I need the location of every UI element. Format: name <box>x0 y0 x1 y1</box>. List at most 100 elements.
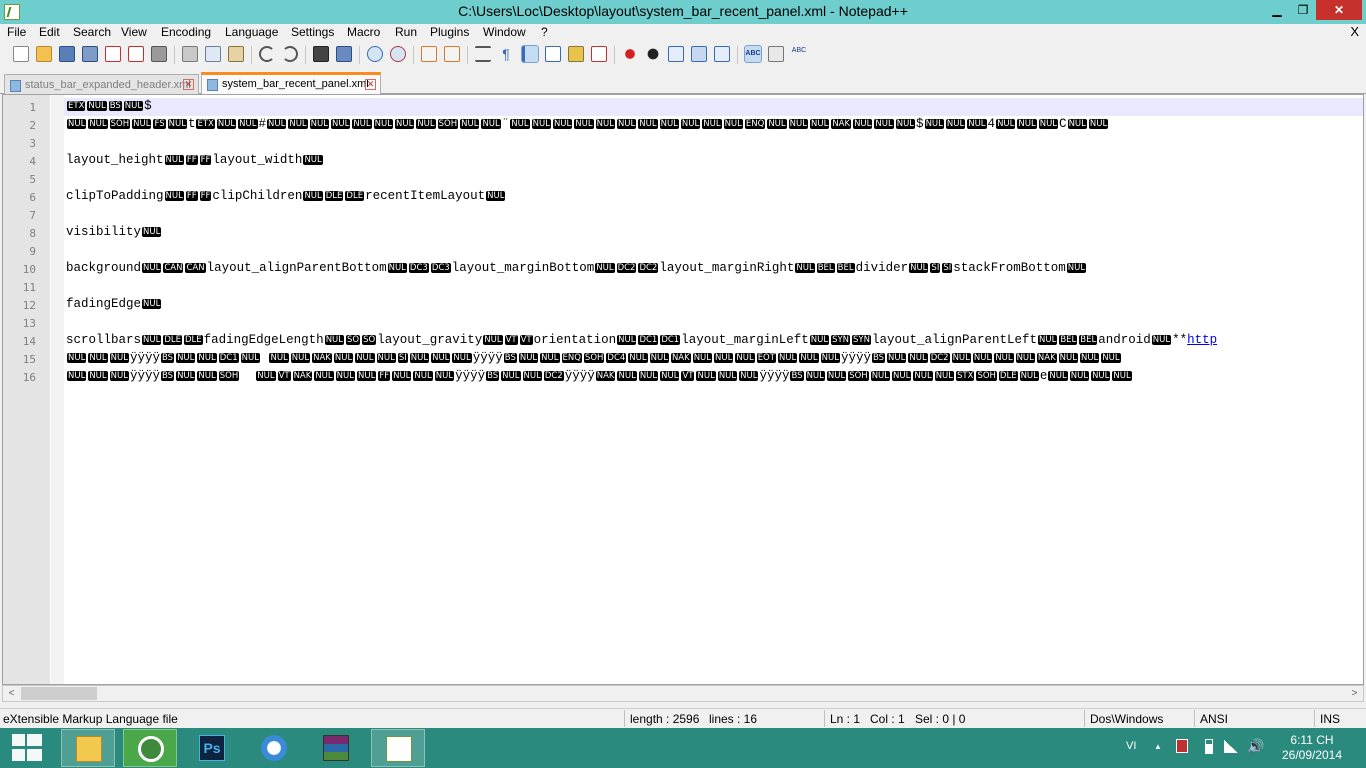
close-all-icon[interactable] <box>128 46 144 62</box>
menu-plugins[interactable]: Plugins <box>430 25 469 39</box>
copy-icon[interactable] <box>205 46 221 62</box>
menu-edit[interactable]: Edit <box>39 25 60 39</box>
code-line[interactable]: NUL NUL NUL ÿÿÿÿ BS NUL NUL DC1 NUL NUL NUL NAK NUL… <box>66 351 1122 365</box>
url-link[interactable]: http <box>1187 333 1217 347</box>
control-char: NUL <box>909 263 929 273</box>
word-wrap-icon[interactable] <box>475 46 491 62</box>
save-macro-icon[interactable] <box>714 46 730 62</box>
code-line[interactable]: scrollbars NUL DLE DLE fadingEdgeLength NUL SO… <box>66 333 1217 347</box>
menu-search[interactable]: Search <box>73 25 111 39</box>
menu-view[interactable]: View <box>121 25 147 39</box>
taskbar-notepadpp[interactable] <box>371 729 425 767</box>
code-line[interactable]: clipToPadding NUL FF FF clipChildren NUL DLE DL… <box>66 189 506 203</box>
user-lang-icon[interactable] <box>545 46 561 62</box>
sync-vertical-icon[interactable] <box>421 46 437 62</box>
scroll-left-icon[interactable]: < <box>3 686 20 701</box>
control-char: SI <box>930 263 941 273</box>
taskbar-coccoc-browser[interactable] <box>123 729 177 767</box>
code-line[interactable]: ETX NUL BS NUL $ <box>66 99 152 113</box>
horizontal-scrollbar[interactable]: < > <box>2 685 1364 702</box>
control-char: NUL <box>335 371 355 381</box>
scroll-thumb[interactable] <box>21 687 97 700</box>
menu-run[interactable]: Run <box>395 25 417 39</box>
control-char: NUL <box>352 119 372 129</box>
stop-macro-icon[interactable] <box>645 46 661 62</box>
show-hidden-icons-icon[interactable]: ▲ <box>1154 742 1162 751</box>
notepadpp-window: C:\Users\Loc\Desktop\layout\system_bar_r… <box>0 0 1366 768</box>
tab-status-bar-expanded-header[interactable]: status_bar_expanded_header.xml ✕ <box>4 74 199 94</box>
battery-icon[interactable] <box>1205 739 1213 754</box>
menu-window[interactable]: Window <box>483 25 526 39</box>
control-char: STX <box>956 371 975 381</box>
paste-icon[interactable] <box>228 46 244 62</box>
code-text-run <box>261 351 269 365</box>
function-list-icon[interactable] <box>591 46 607 62</box>
menu-help[interactable]: ? <box>541 25 548 39</box>
indent-guide-icon[interactable] <box>521 45 539 63</box>
control-char: NUL <box>1019 371 1039 381</box>
control-char: NUL <box>996 119 1016 129</box>
close-file-icon[interactable] <box>105 46 121 62</box>
action-center-icon[interactable] <box>1176 739 1188 753</box>
control-char: NUL <box>176 371 196 381</box>
menu-language[interactable]: Language <box>225 25 278 39</box>
taskbar-photoshop[interactable]: Ps <box>185 729 239 767</box>
minimize-button[interactable]: ▁ <box>1264 0 1290 20</box>
control-char: NUL <box>269 353 289 363</box>
run-macro-multiple-icon[interactable] <box>691 46 707 62</box>
open-file-icon[interactable] <box>36 46 52 62</box>
save-all-icon[interactable] <box>82 46 98 62</box>
control-char: NUL <box>853 119 873 129</box>
taskbar-itunes[interactable] <box>247 729 301 767</box>
code-line[interactable]: fadingEdge NUL <box>66 297 162 311</box>
scroll-right-icon[interactable]: > <box>1346 686 1363 701</box>
clock[interactable]: 6:11 CH 26/09/2014 <box>1272 733 1352 763</box>
network-icon[interactable] <box>1224 740 1238 753</box>
tab-close-icon[interactable]: ✕ <box>183 79 194 90</box>
sync-horizontal-icon[interactable] <box>444 46 460 62</box>
spell-check-next-icon[interactable]: ABC <box>791 46 807 62</box>
control-char: NUL <box>735 353 755 363</box>
taskbar-file-explorer[interactable] <box>61 729 115 767</box>
input-language[interactable]: VI <box>1126 740 1136 752</box>
replace-icon[interactable] <box>336 46 352 62</box>
spell-options-icon[interactable] <box>768 46 784 62</box>
menu-encoding[interactable]: Encoding <box>161 25 211 39</box>
tab-system-bar-recent-panel[interactable]: system_bar_recent_panel.xml ✕ <box>201 72 381 95</box>
zoom-out-icon[interactable] <box>390 46 406 62</box>
editor-pane[interactable]: 1 2 3 4 5 6 7 8 9 10 11 12 13 14 15 16 ETX NUL BS NUL $ NUL N… <box>2 94 1364 685</box>
undo-icon[interactable] <box>259 46 275 62</box>
control-char: NUL <box>870 371 891 381</box>
record-macro-icon[interactable] <box>622 46 638 62</box>
volume-icon[interactable]: 🔊 <box>1247 738 1264 755</box>
control-char: BS <box>790 371 804 381</box>
restore-button[interactable]: ❐ <box>1290 0 1316 20</box>
save-icon[interactable] <box>59 46 75 62</box>
notepadpp-icon <box>386 736 412 762</box>
code-line[interactable]: layout_height NUL FF FF layout_width NUL <box>66 153 324 167</box>
spell-check-icon[interactable]: ABC <box>744 45 762 63</box>
tab-close-icon[interactable]: ✕ <box>365 79 376 90</box>
zoom-in-icon[interactable] <box>367 46 383 62</box>
new-file-icon[interactable] <box>13 46 29 62</box>
menu-settings[interactable]: Settings <box>291 25 334 39</box>
doc-map-icon[interactable] <box>568 46 584 62</box>
code-line[interactable]: visibility NUL <box>66 225 162 239</box>
taskbar-winrar[interactable] <box>309 729 363 767</box>
print-icon[interactable] <box>151 46 167 62</box>
control-char: NUL <box>309 119 329 129</box>
redo-icon[interactable] <box>282 46 298 62</box>
play-macro-icon[interactable] <box>668 46 684 62</box>
code-line[interactable]: background NUL CAN CAN layout_alignParentBot… <box>66 261 1087 275</box>
start-button[interactable] <box>2 729 56 767</box>
menu-macro[interactable]: Macro <box>347 25 380 39</box>
code-line[interactable]: NUL NUL NUL ÿÿÿÿ BS NUL NUL SOH NUL VT NAK NUL NUL N… <box>66 369 1133 383</box>
find-icon[interactable] <box>313 46 329 62</box>
menu-file[interactable]: File <box>7 25 26 39</box>
close-button[interactable]: ✕ <box>1316 0 1362 20</box>
control-char: NAK <box>831 119 852 129</box>
code-line[interactable]: NUL NUL SOH NUL FS NUL t ETX NUL NUL # NUL NUL NUL NUL… <box>66 117 1109 131</box>
cut-icon[interactable] <box>182 46 198 62</box>
close-document-button[interactable]: X <box>1350 24 1359 39</box>
show-all-chars-icon[interactable]: ¶ <box>498 46 514 62</box>
